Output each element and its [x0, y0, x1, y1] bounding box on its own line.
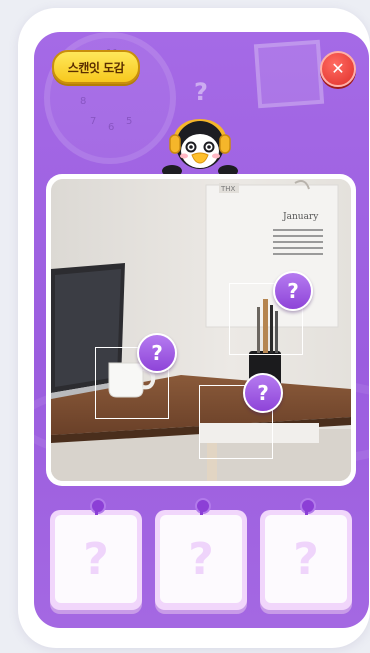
collection-button[interactable]: 스캔잇 도감 — [52, 50, 140, 84]
calendar-title: January — [282, 212, 319, 222]
background-photo-frame — [253, 39, 325, 109]
question-icon[interactable]: ? — [273, 271, 313, 311]
slot-question-mark: ? — [55, 515, 137, 603]
question-icon[interactable]: ? — [137, 333, 177, 373]
slot-question-mark: ? — [265, 515, 347, 603]
spot-the-object-stage: January THX ? ? ? — [46, 174, 356, 486]
scene-image[interactable]: January THX ? ? ? — [51, 179, 351, 481]
background-question-mark: ? — [194, 78, 208, 106]
pin-icon — [90, 498, 106, 514]
pin-icon — [195, 498, 211, 514]
close-button[interactable]: ✕ — [320, 51, 356, 87]
question-icon[interactable]: ? — [243, 373, 283, 413]
slot-question-mark: ? — [160, 515, 242, 603]
scene-tag: THX — [220, 185, 236, 193]
collection-slot[interactable]: ? — [260, 498, 352, 610]
penguin-mascot-icon — [162, 119, 238, 177]
close-icon: ✕ — [331, 59, 345, 78]
pin-icon — [300, 498, 316, 514]
collection-slot[interactable]: ? — [50, 498, 142, 610]
collection-slot[interactable]: ? — [155, 498, 247, 610]
